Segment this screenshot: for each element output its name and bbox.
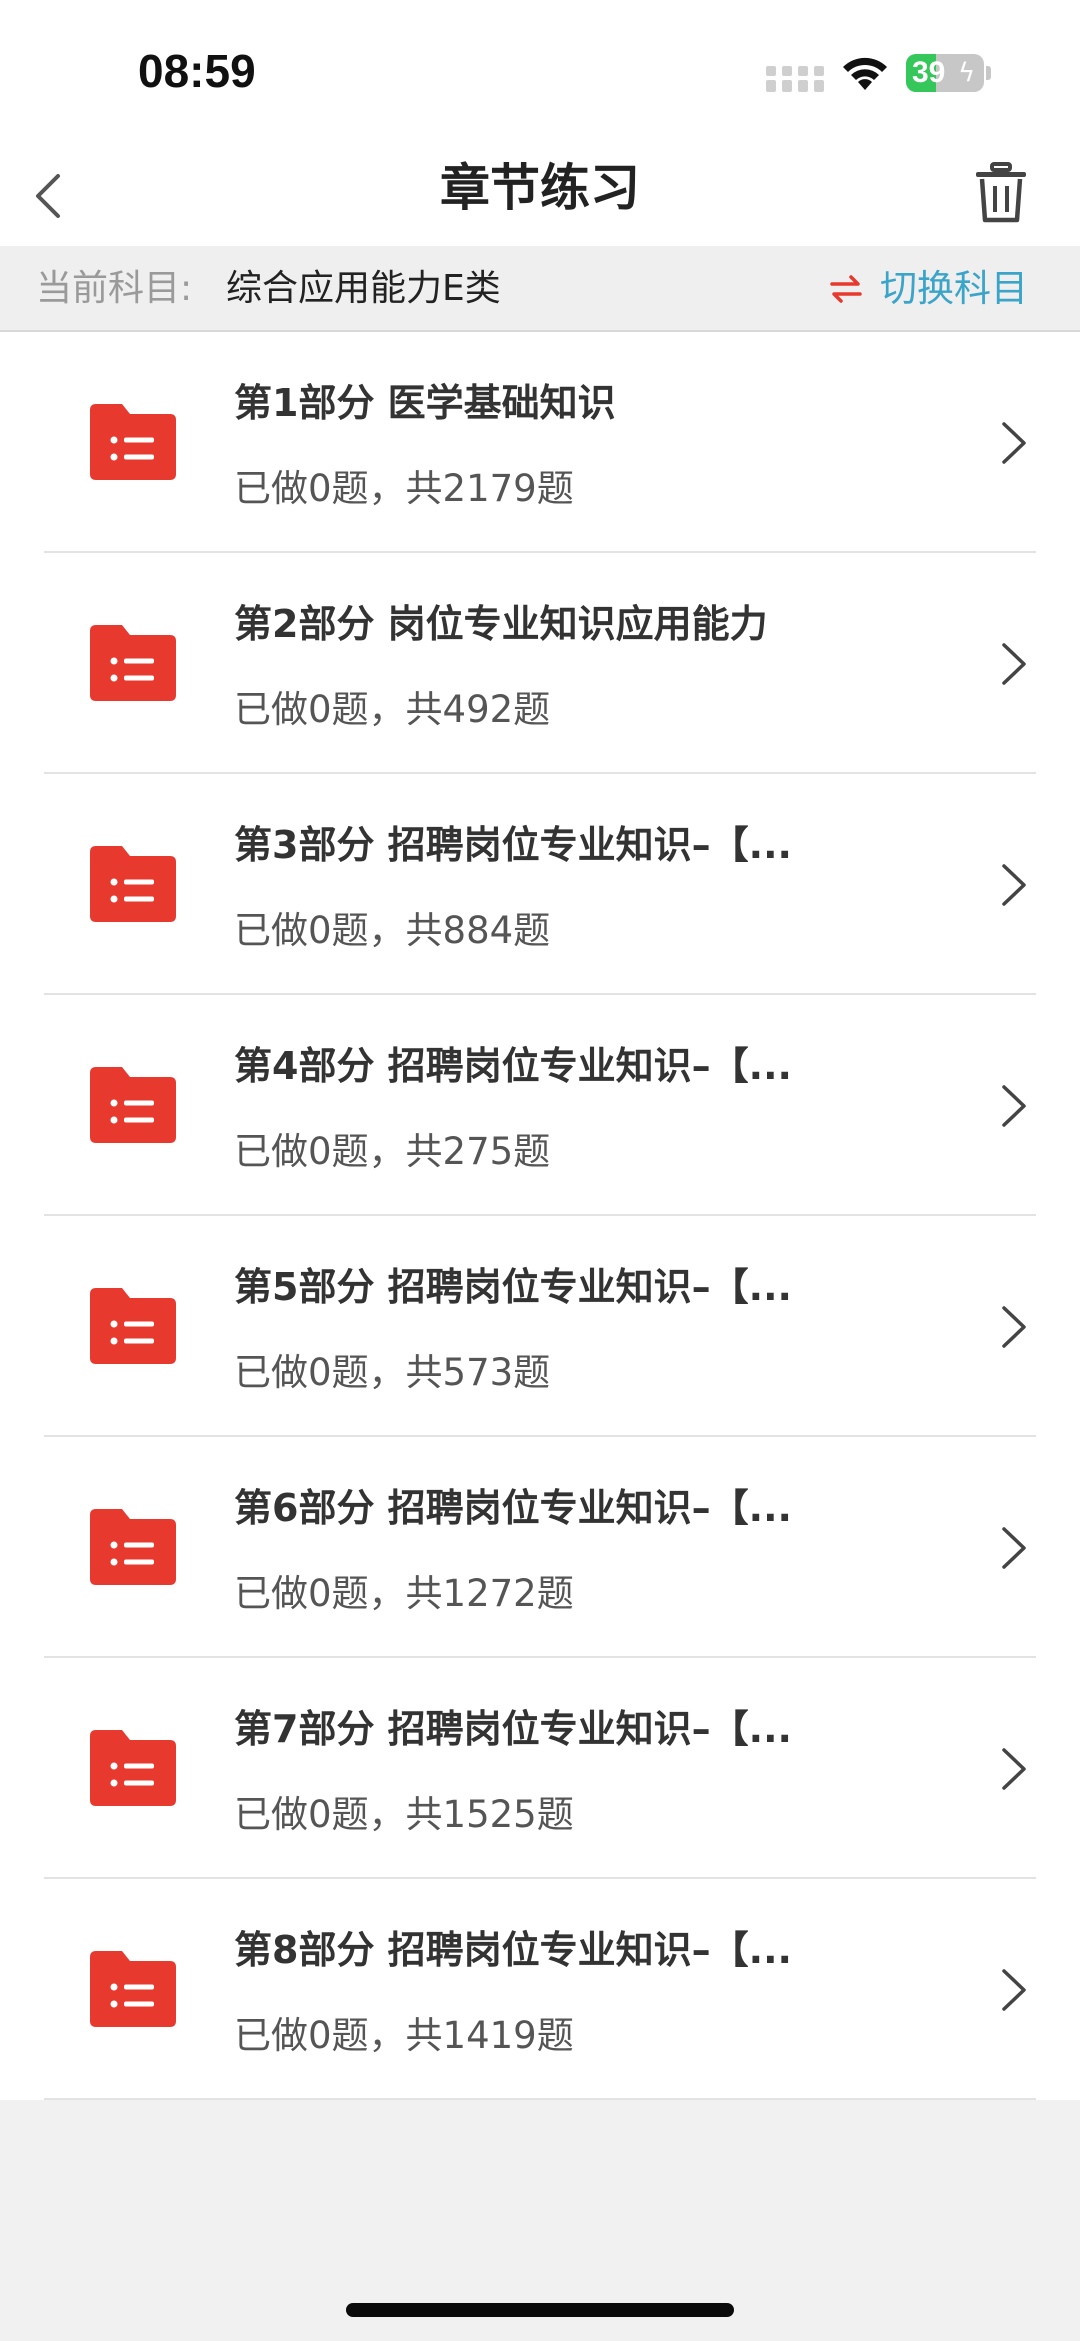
chapter-title: 第4部分 招聘岗位专业知识–【...	[234, 1044, 792, 1088]
wifi-icon	[843, 57, 887, 90]
chapter-progress: 已做0题，共1272题	[234, 1572, 574, 1615]
subject-value: 综合应用能力E类	[226, 268, 501, 309]
chapter-item-2[interactable]: 第2部分 岗位专业知识应用能力 已做0题，共492题	[0, 553, 1080, 774]
chapter-progress: 已做0题，共275题	[234, 1130, 551, 1173]
subject-label: 当前科目:	[36, 268, 193, 309]
chapter-progress: 已做0题，共492题	[234, 688, 551, 731]
folder-list-icon	[90, 625, 176, 701]
chapter-progress: 已做0题，共2179题	[234, 467, 574, 510]
chapter-item-6[interactable]: 第6部分 招聘岗位专业知识–【... 已做0题，共1272题	[0, 1437, 1080, 1658]
page-title: 章节练习	[440, 159, 640, 217]
chapter-item-7[interactable]: 第7部分 招聘岗位专业知识–【... 已做0题，共1525题	[0, 1658, 1080, 1879]
chapter-title: 第1部分 医学基础知识	[234, 381, 616, 425]
chevron-right-icon	[1002, 422, 1026, 464]
chapter-progress: 已做0题，共573题	[234, 1351, 551, 1394]
folder-list-icon	[90, 846, 176, 922]
chevron-right-icon	[1002, 1306, 1026, 1348]
chapter-title: 第3部分 招聘岗位专业知识–【...	[234, 823, 792, 867]
chapter-item-3[interactable]: 第3部分 招聘岗位专业知识–【... 已做0题，共884题	[0, 774, 1080, 995]
chapter-item-4[interactable]: 第4部分 招聘岗位专业知识–【... 已做0题，共275题	[0, 995, 1080, 1216]
chapter-title: 第7部分 招聘岗位专业知识–【...	[234, 1707, 792, 1751]
chapter-title: 第8部分 招聘岗位专业知识–【...	[234, 1928, 792, 1972]
chapter-title: 第2部分 岗位专业知识应用能力	[234, 602, 768, 646]
status-time: 08:59	[138, 45, 256, 97]
chevron-right-icon	[1002, 1527, 1026, 1569]
folder-list-icon	[90, 1288, 176, 1364]
chapter-list: 第1部分 医学基础知识 已做0题，共2179题 第2部分 岗位专业知识应用能力 …	[0, 332, 1080, 2100]
chevron-right-icon	[1002, 1085, 1026, 1127]
folder-list-icon	[90, 404, 176, 480]
chapter-item-5[interactable]: 第5部分 招聘岗位专业知识–【... 已做0题，共573题	[0, 1216, 1080, 1437]
home-indicator	[346, 2303, 734, 2317]
folder-list-icon	[90, 1067, 176, 1143]
cellular-signal-icon	[766, 66, 824, 92]
folder-list-icon	[90, 1509, 176, 1585]
folder-list-icon	[90, 1730, 176, 1806]
switch-subject-label: 切换科目	[880, 267, 1028, 310]
chevron-right-icon	[1002, 864, 1026, 906]
battery-level: 39	[912, 56, 946, 89]
folder-list-icon	[90, 1951, 176, 2027]
chevron-right-icon	[1002, 643, 1026, 685]
chapter-progress: 已做0题，共1419题	[234, 2014, 574, 2057]
nav-bar: 章节练习	[0, 140, 1080, 246]
chapter-progress: 已做0题，共1525题	[234, 1793, 574, 1836]
chapter-item-8[interactable]: 第8部分 招聘岗位专业知识–【... 已做0题，共1419题	[0, 1879, 1080, 2100]
subject-bar: 当前科目: 综合应用能力E类 切换科目	[0, 246, 1080, 332]
trash-icon[interactable]	[972, 162, 1030, 224]
status-bar: 08:59 39 ϟ	[0, 0, 1080, 140]
switch-subject-button[interactable]: 切换科目	[828, 246, 1058, 332]
swap-arrows-icon	[830, 275, 862, 303]
charging-bolt-icon: ϟ	[958, 58, 976, 88]
chapter-title: 第5部分 招聘岗位专业知识–【...	[234, 1265, 792, 1309]
chevron-right-icon	[1002, 1969, 1026, 2011]
chevron-right-icon	[1002, 1748, 1026, 1790]
chapter-title: 第6部分 招聘岗位专业知识–【...	[234, 1486, 792, 1530]
chapter-progress: 已做0题，共884题	[234, 909, 551, 952]
battery-cap	[986, 66, 991, 80]
divider	[44, 2098, 1036, 2100]
chapter-item-1[interactable]: 第1部分 医学基础知识 已做0题，共2179题	[0, 332, 1080, 553]
battery-icon: 39 ϟ	[906, 54, 984, 92]
